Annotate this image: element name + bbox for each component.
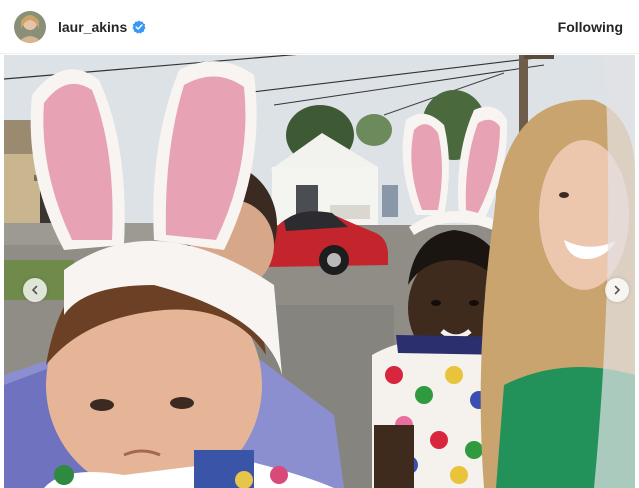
chevron-right-icon [612, 285, 622, 295]
following-button[interactable]: Following [558, 19, 627, 35]
post-header: laur_akins Following [0, 0, 639, 54]
chevron-left-icon [30, 285, 40, 295]
carousel-next-button[interactable] [605, 278, 629, 302]
avatar[interactable] [14, 10, 46, 43]
username[interactable]: laur_akins [58, 19, 127, 35]
verified-badge-icon [132, 20, 146, 34]
post-photo[interactable] [4, 55, 635, 488]
carousel-prev-button[interactable] [23, 278, 47, 302]
